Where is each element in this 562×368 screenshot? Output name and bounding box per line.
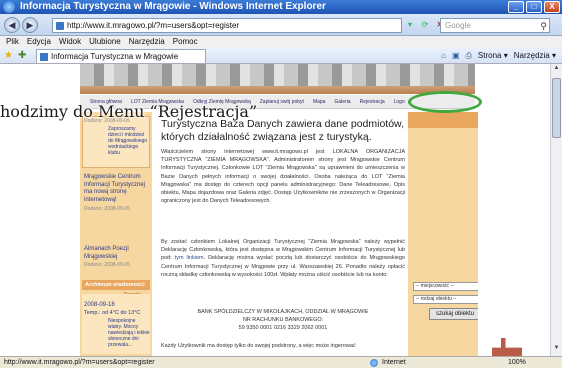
status-url: http://www.it.mragowo.pl/?m=users&opt=re…: [4, 359, 155, 366]
membership-paragraph: By zostać członkiem Lokalnej Organizacji…: [161, 238, 405, 279]
left-sidebar: Zaproszamy dzieci i młodzież do Mrągowsk…: [80, 112, 152, 356]
favorites-star-icon[interactable]: ★: [4, 50, 13, 61]
security-zone: Internet: [382, 359, 406, 366]
refresh-icon[interactable]: ⟳: [419, 19, 431, 31]
search-input[interactable]: Google ⚲: [440, 18, 550, 33]
ie-logo-icon: [3, 1, 15, 13]
scroll-down-icon[interactable]: ▼: [552, 345, 561, 355]
site-banner: [80, 64, 475, 94]
menu-favorites[interactable]: Ulubione: [89, 36, 121, 48]
window-title: Informacja Turystyczna w Mrągowie - Wind…: [20, 1, 326, 12]
nav-register[interactable]: Rejestracja: [360, 95, 385, 108]
maximize-button[interactable]: □: [526, 1, 542, 13]
vertical-scrollbar[interactable]: ▲ ▼: [550, 64, 562, 356]
bank-account-number: 59 9350 0001 0216 3329 2062 0001: [238, 325, 328, 331]
back-button[interactable]: ◀: [4, 17, 20, 33]
main-column: Turystyczna Baza Danych zawiera dane pod…: [156, 112, 408, 356]
menu-edit[interactable]: Edycja: [27, 36, 51, 48]
menu-file[interactable]: Plik: [6, 36, 19, 48]
page-icon: [56, 22, 64, 30]
scroll-up-icon[interactable]: ▲: [552, 65, 561, 75]
weather-desc: Niespokojne wiatry. Mocny nawiedzają i l…: [108, 318, 150, 348]
archive-button[interactable]: Archiwum wiadomości: [82, 280, 150, 290]
window-controls: _ □ X: [508, 1, 560, 13]
tools-menu-button[interactable]: Narzędzia ▾: [514, 50, 556, 62]
zoom-level[interactable]: 100%: [508, 357, 526, 368]
tab-current-page[interactable]: Informacja Turystyczna w Mrągowie: [36, 49, 206, 63]
nav-plan-stay[interactable]: Zaplanuj swój pobyt: [260, 95, 304, 108]
minimize-button[interactable]: _: [508, 1, 524, 13]
tab-page-icon: [40, 53, 48, 61]
menu-tools[interactable]: Narzędzia: [129, 36, 165, 48]
news-date-2: Dodano: 2008-09-05: [84, 206, 130, 212]
add-favorite-icon[interactable]: ✚: [18, 50, 26, 61]
nav-gallery[interactable]: Galeria: [334, 95, 350, 108]
print-icon[interactable]: ⎙: [466, 50, 472, 62]
close-button[interactable]: X: [544, 1, 560, 13]
feeds-icon[interactable]: ▣: [452, 50, 460, 62]
tab-bar: ★ ✚ Informacja Turystyczna w Mrągowie ⌂ …: [0, 48, 562, 64]
page-menu-button[interactable]: Strona ▾: [478, 50, 508, 62]
url-input[interactable]: http://www.it.mragowo.pl/?m=users&opt=re…: [52, 18, 402, 33]
window-title-bar: Informacja Turystyczna w Mrągowie - Wind…: [0, 0, 562, 14]
tools-menu-label: Narzędzia: [513, 51, 550, 60]
page-content: Strona główna LOT Ziemia Mrągowska Odkry…: [0, 64, 550, 356]
home-icon[interactable]: ⌂: [441, 50, 446, 62]
status-bar: http://www.it.mragowo.pl/?m=users&opt=re…: [0, 356, 562, 368]
news-item-2[interactable]: Mrągowskie Centrum Informacji Turystyczn…: [84, 174, 150, 204]
url-text: http://www.it.mragowo.pl/?m=users&opt=re…: [67, 21, 240, 30]
search-icon[interactable]: ⚲: [540, 20, 547, 33]
access-paragraph: Każdy Użytkownik ma dostęp tylko do swoj…: [161, 343, 356, 349]
scrollbar-thumb[interactable]: [552, 78, 561, 138]
weather-temp: Temp.: od 4°C do 13°C: [84, 310, 141, 316]
page-heading: Turystyczna Baza Danych zawiera dane pod…: [161, 118, 404, 143]
command-bar: ⌂ ▣ ⎙ Strona ▾ Narzędzia ▾: [441, 50, 556, 62]
menu-bar: Plik Edycja Widok Ulubione Narzędzia Pom…: [0, 36, 562, 48]
bank-name: BANK SPÓŁDZIELCZY W MIKOŁAJKACH, ODDZIAŁ…: [197, 309, 369, 315]
nav-map[interactable]: Mapa: [313, 95, 326, 108]
tab-title: Informacja Turystyczna w Mrągowie: [51, 52, 179, 61]
bank-account-label: NR RACHUNKU BANKOWEGO:: [242, 317, 324, 323]
news-item-3[interactable]: Almanach Poezji Mrągowskiej: [84, 246, 150, 261]
dropdown-icon[interactable]: ▾: [404, 19, 416, 31]
menu-view[interactable]: Widok: [59, 36, 81, 48]
news-item-1[interactable]: Zaproszamy dzieci i młodzież do Mrągowsk…: [108, 126, 148, 156]
menu-help[interactable]: Pomoc: [173, 36, 198, 48]
intro-paragraph: Właścicielem strony internetowej www.it.…: [161, 149, 405, 205]
object-type-select-value: -- rodzaj obiektu --: [416, 296, 457, 302]
nav-logo[interactable]: Logo: [394, 95, 405, 108]
tutorial-annotation: hodzimy do Menu “Rejestracja”: [0, 102, 258, 121]
declaration-link[interactable]: tym linkiem: [175, 255, 204, 261]
search-placeholder: Google: [445, 21, 471, 30]
search-object-button[interactable]: szukaj obiektu: [429, 308, 481, 320]
bank-info: BANK SPÓŁDZIELCZY W MIKOŁAJKACH, ODDZIAŁ…: [161, 308, 405, 332]
news-date-3: Dodano: 2008-09-05: [84, 262, 130, 268]
weather-date: 2008-09-18: [84, 302, 115, 308]
location-select-value: -- miejscowość --: [416, 283, 454, 289]
right-sidebar-header: [408, 112, 478, 128]
highlight-ellipse: [408, 91, 482, 113]
page-menu-label: Strona: [477, 51, 502, 60]
address-bar: ◀ ▶ http://www.it.mragowo.pl/?m=users&op…: [0, 14, 562, 36]
right-margin: [478, 112, 550, 356]
internet-zone-icon: [370, 359, 378, 367]
forward-button[interactable]: ▶: [22, 17, 38, 33]
